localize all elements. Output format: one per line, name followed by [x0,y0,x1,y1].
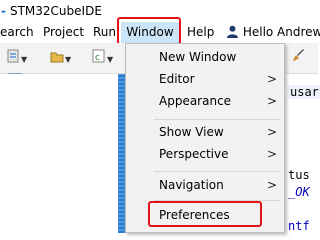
menu-separator [154,171,280,172]
submenu-arrow-icon: > [267,94,278,108]
window-title: STM32CubeIDE [9,4,102,18]
preferences-highlight [148,201,262,227]
submenu-arrow-icon: > [267,125,278,139]
menu-item-label: Navigation [159,178,224,192]
window-menu-highlight [117,17,181,45]
toolbar-class-button[interactable]: c ▼ [92,49,113,68]
submenu-arrow-icon: > [267,72,278,86]
menu-item-label: Appearance [159,94,232,108]
menu-item-show-view[interactable]: Show View > [126,121,284,143]
menu-project[interactable]: Project [43,22,84,43]
toolbar-misc-icon[interactable] [290,47,306,68]
code-line: tus [288,168,310,182]
title-prefix: - [1,4,6,18]
user-account[interactable]: Hello Andrew [226,22,320,43]
user-label: Hello Andrew [242,25,320,39]
user-icon [227,25,238,38]
toolbar-build-button[interactable]: ▼ [6,49,27,68]
svg-text:c: c [95,53,100,63]
menu-item-label: Perspective [159,147,229,161]
code-line: _OK [288,185,310,199]
brush-icon [293,49,304,61]
submenu-arrow-icon: > [267,178,278,192]
menu-item-appearance[interactable]: Appearance > [126,90,284,112]
editor-tab[interactable]: usar [287,85,320,99]
menu-item-label: Editor [159,72,195,86]
menu-help[interactable]: Help [187,22,214,43]
new-class-icon: c [92,49,105,63]
menu-search[interactable]: earch [0,22,34,43]
submenu-arrow-icon: > [267,147,278,161]
menu-item-label: Show View [159,125,224,139]
menu-run[interactable]: Run [93,22,116,43]
menu-item-new-window[interactable]: New Window [126,46,284,68]
new-project-icon [50,52,64,63]
code-line: ntf [288,219,310,233]
menu-item-navigation[interactable]: Navigation > [126,174,284,196]
menu-separator [154,119,280,120]
editor-gutter [0,74,118,233]
menu-item-perspective[interactable]: Perspective > [126,143,284,165]
toolbar-new-button[interactable]: ▼ [50,49,71,68]
menu-item-editor[interactable]: Editor > [126,68,284,90]
menu-item-label: New Window [159,50,237,64]
build-icon [7,49,19,63]
